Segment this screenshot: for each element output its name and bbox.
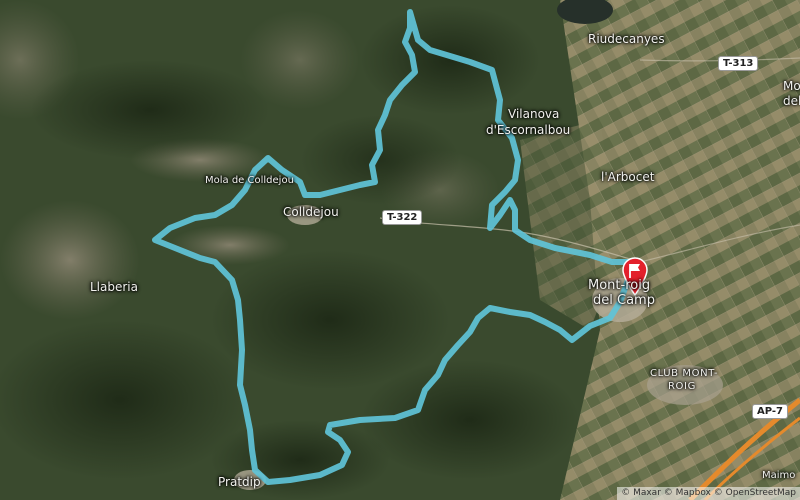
place-label-partial-mo: Mo (783, 79, 800, 93)
map-attribution[interactable]: © Maxar © Mapbox © OpenStreetMap (617, 487, 800, 500)
road-shield-t313: T-313 (718, 56, 759, 71)
place-label-partial-maimo: Maimo (762, 470, 796, 481)
place-label-club-montroig-line1: CLUB MONT- (650, 368, 719, 379)
terrain-layer (0, 0, 800, 500)
place-label-llaberia: Llaberia (90, 280, 138, 294)
road-shield-t322: T-322 (382, 210, 423, 225)
place-label-club-montroig-line2: ROIG (668, 381, 696, 392)
place-label-montroig-line2: del Camp (593, 293, 655, 308)
road-shield-ap7: AP-7 (752, 404, 789, 419)
place-label-riudecanyes: Riudecanyes (588, 32, 665, 46)
place-label-pratdip: Pratdip (218, 475, 261, 489)
place-label-vilanova-line2: d'Escornalbou (486, 123, 571, 137)
place-label-colldejou: Colldejou (283, 205, 339, 219)
place-label-arbocet: l'Arbocet (601, 170, 655, 184)
place-label-vilanova-line1: Vilanova (508, 107, 560, 121)
place-label-montroig-line1: Mont-roig (588, 278, 651, 293)
place-label-mola-colldejou: Mola de Colldejou (205, 175, 294, 186)
place-label-partial-del: del (783, 94, 800, 108)
satellite-map[interactable]: Riudecanyes Vilanova d'Escornalbou l'Arb… (0, 0, 800, 500)
